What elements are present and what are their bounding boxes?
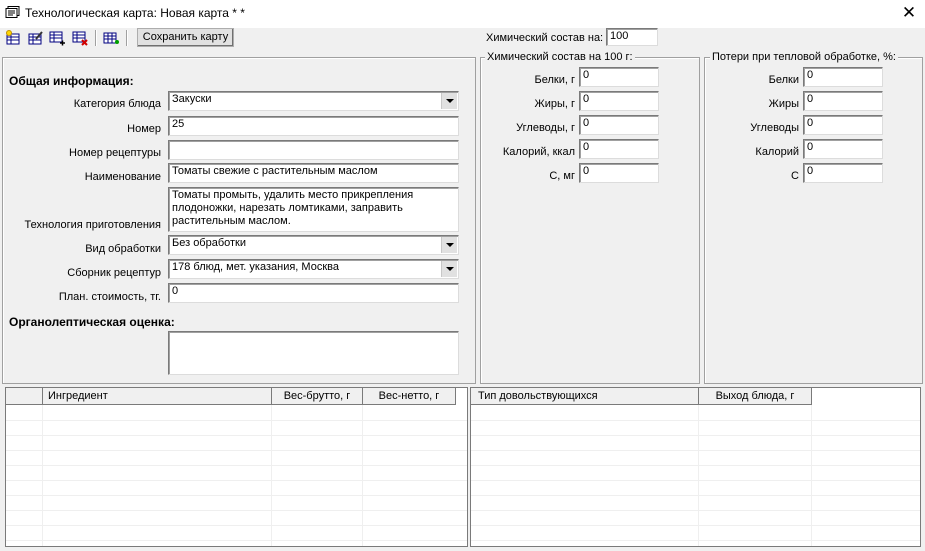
delete-row-icon[interactable] [72,30,88,46]
grid-column-line [271,405,272,546]
recipe-number-input[interactable] [168,140,459,160]
chem-row-label: Калорий, ккал [502,146,575,158]
grid-row-line [471,510,920,511]
grid-row-line [6,510,467,511]
grid-header-indicator [6,388,43,405]
window-title: Технологическая карта: Новая карта * * [25,6,245,20]
grid-row-line [6,450,467,451]
chem-group-title: Химический состав на 100 г: [485,51,635,63]
grid-row-line [6,420,467,421]
losses-row-label: Углеводы [750,122,799,134]
grid-header-consumer-type[interactable]: Тип довольствующихся [471,388,699,405]
collection-select[interactable]: 178 блюд, мет. указания, Москва [168,259,459,279]
collection-value: 178 блюд, мет. указания, Москва [172,261,339,273]
toolbar-separator [126,30,128,46]
grid-row-line [471,420,920,421]
tech-textarea[interactable]: Томаты промыть, удалить место прикреплен… [168,187,459,232]
chem-basis-label: Химический состав на: [486,32,604,44]
grid-header-ingredient[interactable]: Ингредиент [43,388,272,405]
number-label: Номер [127,123,161,135]
chem-row-input[interactable]: 0 [579,115,659,135]
cost-label: План. стоимость, тг. [58,291,161,303]
new-card-icon[interactable] [5,30,21,46]
category-value: Закуски [172,93,212,105]
chevron-down-icon[interactable] [441,93,457,109]
grid-row-line [471,465,920,466]
grid-row-line [471,450,920,451]
processing-select[interactable]: Без обработки [168,235,459,255]
grid-row-line [6,525,467,526]
losses-row-input[interactable]: 0 [803,115,883,135]
grid-row-line [471,495,920,496]
collection-label: Сборник рецептур [67,267,161,279]
tech-label: Технология приготовления [24,219,161,231]
grid-row-line [471,480,920,481]
grid-row-line [471,540,920,541]
grid-header-gross-weight[interactable]: Вес-брутто, г [272,388,363,405]
grid-row-line [6,435,467,436]
add-row-icon[interactable] [49,30,65,46]
losses-row-input[interactable]: 0 [803,139,883,159]
chem-basis-input[interactable]: 100 [606,28,658,46]
chevron-down-icon[interactable] [441,237,457,253]
ingredients-grid[interactable]: Ингредиент Вес-брутто, г Вес-нетто, г [5,387,468,547]
losses-group-title: Потери при тепловой обработке, %: [710,51,898,63]
grid-row-line [6,495,467,496]
grid-column-line [42,405,43,546]
grid-row-line [6,465,467,466]
organoleptic-heading: Органолептическая оценка: [9,315,175,329]
processing-label: Вид обработки [85,243,161,255]
losses-row-label: Калорий [755,146,799,158]
toolbar-separator [95,30,97,46]
grid-settings-icon[interactable] [103,30,119,46]
category-label: Категория блюда [73,98,161,110]
losses-row-input[interactable]: 0 [803,67,883,87]
chem-row-label: Жиры, г [534,98,575,110]
grid-header-dish-output[interactable]: Выход блюда, г [699,388,812,405]
chem-row-label: С, мг [549,170,575,182]
edit-card-icon[interactable] [27,30,43,46]
grid-column-line [362,405,363,546]
chem-row-input[interactable]: 0 [579,163,659,183]
grid-row-line [6,480,467,481]
processing-value: Без обработки [172,237,247,249]
organoleptic-textarea[interactable] [168,331,459,375]
general-info-heading: Общая информация: [9,74,134,88]
grid-column-line [698,405,699,546]
grid-header-net-weight[interactable]: Вес-нетто, г [363,388,456,405]
grid-column-line [811,405,812,546]
close-icon[interactable]: ✕ [899,3,919,23]
chem-row-label: Углеводы, г [516,122,575,134]
app-icon [5,6,20,18]
output-grid[interactable]: Тип довольствующихся Выход блюда, г [470,387,921,547]
losses-row-label: Жиры [768,98,799,110]
losses-row-input[interactable]: 0 [803,91,883,111]
category-select[interactable]: Закуски [168,91,459,111]
chem-row-input[interactable]: 0 [579,139,659,159]
losses-row-input[interactable]: 0 [803,163,883,183]
name-label: Наименование [84,171,161,183]
losses-row-label: Белки [768,74,799,86]
name-input[interactable]: Томаты свежие с растительным маслом [168,163,459,183]
chem-row-input[interactable]: 0 [579,67,659,87]
chevron-down-icon[interactable] [441,261,457,277]
save-card-button[interactable]: Сохранить карту [137,28,234,47]
chem-row-input[interactable]: 0 [579,91,659,111]
title-bar: Технологическая карта: Новая карта * * ✕ [0,0,925,28]
recipe-number-label: Номер рецептуры [69,147,161,159]
number-input[interactable]: 25 [168,116,459,136]
grid-row-line [471,435,920,436]
cost-input[interactable]: 0 [168,283,459,303]
grid-row-line [471,525,920,526]
grid-row-line [6,540,467,541]
losses-row-label: С [791,170,799,182]
chem-row-label: Белки, г [534,74,575,86]
